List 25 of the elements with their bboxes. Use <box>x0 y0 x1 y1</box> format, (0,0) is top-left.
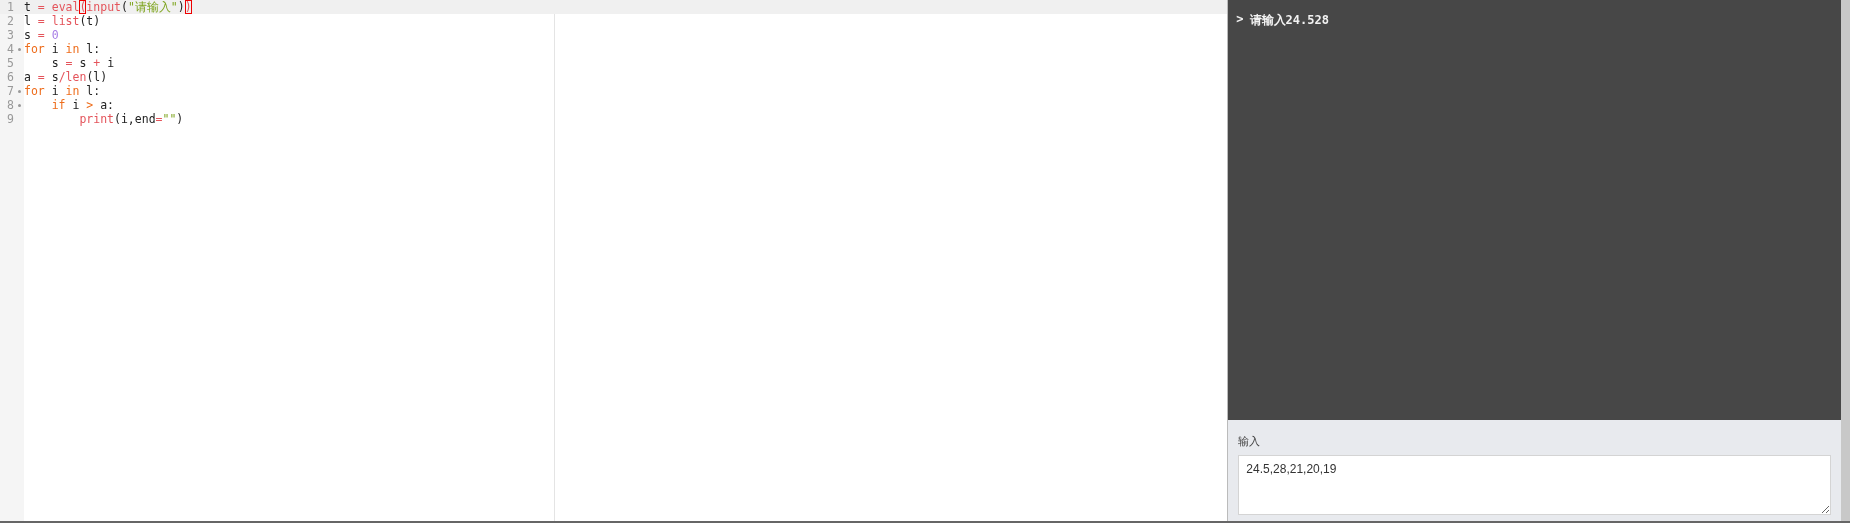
console-prompt: > <box>1236 12 1244 28</box>
input-label: 输入 <box>1238 434 1262 449</box>
code-line: a = s/len(l) <box>24 70 108 84</box>
line-number: 7 <box>6 84 14 98</box>
line-number: 5 <box>6 56 14 70</box>
console-output-text: 请输入24.528 <box>1249 12 1329 29</box>
code-line: for i in l: <box>24 84 101 98</box>
line-number: 8 <box>6 98 14 112</box>
line-number: 3 <box>6 28 14 42</box>
fold-marker-icon[interactable] <box>17 47 21 51</box>
line-number: 2 <box>6 14 14 28</box>
code-line: s = s + i <box>50 56 115 70</box>
line-number: 6 <box>6 70 14 84</box>
code-line: for i in l: <box>24 42 101 56</box>
code-line: print(i,end="") <box>78 112 184 126</box>
fold-marker-icon[interactable] <box>17 103 21 107</box>
input-field[interactable]: 24.5,28,21,20,19 <box>1238 455 1831 515</box>
code-line: if i > a: <box>50 98 115 112</box>
code-line: s = 0 <box>24 28 59 42</box>
line-number: 1 <box>6 0 14 14</box>
code-line: l = list(t) <box>24 14 101 28</box>
line-number: 9 <box>6 112 14 126</box>
line-number: 4 <box>6 42 14 56</box>
fold-marker-icon[interactable] <box>17 89 21 93</box>
scrollbar[interactable] <box>1841 0 1850 521</box>
